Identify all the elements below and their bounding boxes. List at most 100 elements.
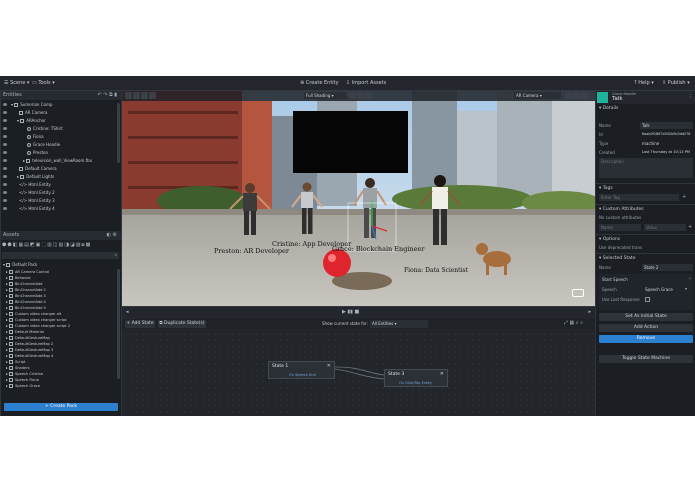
- snap-toggle-icon[interactable]: [357, 92, 364, 99]
- visibility-icon[interactable]: [3, 119, 7, 122]
- entity-row[interactable]: Fiona: [0, 133, 116, 141]
- entity-row[interactable]: ▸ television_wall_ViewRoom.fbx: [0, 157, 116, 165]
- visibility-icon[interactable]: [3, 151, 7, 154]
- toggle-state-machine-button[interactable]: Toggle State Machine: [599, 355, 693, 363]
- tag-input[interactable]: Enter Tag: [599, 194, 679, 201]
- visibility-icon[interactable]: [3, 127, 7, 130]
- publish-menu[interactable]: ⇪ Publish ▾: [662, 76, 690, 90]
- description-textarea[interactable]: Description: [599, 158, 693, 178]
- visibility-icon[interactable]: [3, 135, 7, 138]
- state-transition[interactable]: On Click/Tap Entity: [399, 381, 432, 385]
- camera-select[interactable]: AR Camera ▾: [514, 92, 561, 99]
- custom-attributes-section[interactable]: ▾ Custom Attributes: [596, 206, 695, 214]
- entity-row[interactable]: </> Html Entity 4: [0, 205, 116, 213]
- vr-mode-icon[interactable]: [572, 289, 584, 297]
- entities-scrollbar[interactable]: [117, 103, 120, 163]
- entity-row[interactable]: Preston: [0, 149, 116, 157]
- create-entity-button[interactable]: ⊕ Create Entity: [300, 76, 339, 90]
- scene-menu[interactable]: ☰ Scene ▾: [4, 76, 29, 90]
- add-tag-icon[interactable]: +: [682, 194, 686, 200]
- visibility-icon[interactable]: [3, 175, 7, 178]
- visibility-icon[interactable]: [3, 183, 7, 186]
- asset-item[interactable]: ▸ Speech Grace: [0, 383, 116, 389]
- camera-icon[interactable]: [573, 92, 580, 99]
- close-icon[interactable]: ✕: [327, 363, 331, 369]
- move-tool-icon[interactable]: [133, 92, 140, 99]
- add-attribute-icon[interactable]: +: [688, 224, 692, 230]
- create-pack-button[interactable]: + Create Pack: [4, 403, 118, 411]
- entity-row[interactable]: Cristine: TShirt: [0, 125, 116, 133]
- details-section[interactable]: ▾ Details: [596, 105, 695, 113]
- settings-icon[interactable]: [581, 92, 588, 99]
- set-initial-state-button[interactable]: Set As Initial State: [599, 313, 693, 321]
- grid-toggle-icon[interactable]: [349, 92, 356, 99]
- visibility-icon[interactable]: [3, 111, 7, 114]
- entity-icon: [14, 103, 19, 107]
- pen-tool-icon[interactable]: [365, 92, 372, 99]
- attribute-value-input[interactable]: Value: [644, 224, 686, 231]
- entity-row[interactable]: </> Html Entity 2: [0, 189, 116, 197]
- tools-menu[interactable]: ▭ Tools ▾: [32, 76, 55, 90]
- entities-toolbar-icons[interactable]: ↶ ↷ ⧉ ▮: [98, 91, 117, 100]
- import-assets-button[interactable]: ⇩ Import Assets: [346, 76, 386, 90]
- entity-row[interactable]: ▾ Sumerian Comp: [0, 101, 116, 109]
- entity-row[interactable]: </> Html Entity: [0, 181, 116, 189]
- asset-filter-icons[interactable]: ⬢⬣◧▦▤◩▣⬚▥◫▧◨◪▨⧈▩: [2, 242, 119, 250]
- help-menu[interactable]: ? Help ▾: [634, 76, 654, 90]
- entity-filter-select[interactable]: All Entities ▾: [370, 320, 428, 328]
- playback-controls[interactable]: ▶ ▮▮ ■: [342, 309, 359, 315]
- rotate-tool-icon[interactable]: [141, 92, 148, 99]
- collapse-icon[interactable]: ◂: [126, 309, 129, 315]
- remove-button[interactable]: Remove: [599, 335, 693, 343]
- visibility-icon[interactable]: [3, 207, 7, 210]
- visibility-icon[interactable]: [3, 159, 7, 162]
- assets-toolbar-icons[interactable]: ◐ ⚙: [107, 231, 117, 240]
- name-input[interactable]: Talk: [640, 122, 693, 129]
- visibility-icon[interactable]: [3, 199, 7, 202]
- expand-icon[interactable]: ▸: [588, 309, 591, 315]
- state-node-3[interactable]: State 3 ✕ On Click/Tap Entity: [384, 369, 448, 387]
- details-header: Grace Hoodie Talk ⋮: [596, 91, 695, 104]
- add-state-button[interactable]: + Add State: [125, 320, 155, 328]
- visibility-icon[interactable]: [3, 143, 7, 146]
- chevron-right-icon[interactable]: ›: [689, 276, 691, 282]
- chevron-down-icon[interactable]: ▾: [685, 286, 687, 291]
- assets-scrollbar[interactable]: [117, 269, 120, 379]
- tags-section[interactable]: ▾ Tags: [596, 185, 695, 193]
- entity-row[interactable]: Grace Hoodie: [0, 141, 116, 149]
- scale-tool-icon[interactable]: [149, 92, 156, 99]
- entity-row[interactable]: Default Camera: [0, 165, 116, 173]
- state-transition[interactable]: On Speech End: [289, 373, 316, 377]
- use-last-response-checkbox[interactable]: [645, 297, 650, 302]
- entity-row[interactable]: </> Html Entity 3: [0, 197, 116, 205]
- add-action-button[interactable]: Add Action: [599, 324, 693, 332]
- menu-icon[interactable]: ⋮: [688, 94, 693, 100]
- close-icon[interactable]: ✕: [440, 371, 444, 377]
- component-title: Talk: [612, 96, 623, 102]
- options-section[interactable]: ▾ Options: [596, 236, 695, 244]
- entity-row[interactable]: ▸ Default Lights: [0, 173, 116, 181]
- attribute-name-input[interactable]: Name: [599, 224, 641, 231]
- entity-row[interactable]: AR Camera: [0, 109, 116, 117]
- asset-search-input[interactable]: ⌕: [2, 252, 119, 259]
- start-speech-action[interactable]: Start Speech: [602, 277, 628, 282]
- state-machine-icon: [597, 92, 608, 103]
- state-node-1[interactable]: State 1 ✕ On Speech End: [268, 361, 335, 379]
- visibility-icon[interactable]: [3, 103, 7, 106]
- asset-pack-row[interactable]: ▾ Default Pack: [0, 261, 116, 269]
- shading-select[interactable]: Full Shading ▾: [304, 92, 346, 99]
- state-name-input[interactable]: State 2: [642, 264, 693, 271]
- selected-state-section[interactable]: ▾ Selected State: [596, 255, 695, 263]
- visibility-icon[interactable]: [3, 167, 7, 170]
- entity-row[interactable]: ▾ ARAnchor: [0, 117, 116, 125]
- deprecated-option[interactable]: Use deprecated trans: [599, 245, 642, 250]
- visibility-icon[interactable]: [3, 191, 7, 194]
- duplicate-state-button[interactable]: ⧉ Duplicate State(s): [158, 320, 206, 328]
- graph-view-icons[interactable]: ⤢ ▦ ⌕ ⌕: [564, 320, 583, 326]
- select-tool-icon[interactable]: [125, 92, 132, 99]
- fullscreen-icon[interactable]: [565, 92, 572, 99]
- scene-viewport[interactable]: Preston: AR Developer Cristine: App Deve…: [122, 91, 595, 306]
- speech-select[interactable]: Speech Grace: [645, 287, 673, 292]
- state-graph-canvas[interactable]: [122, 319, 595, 416]
- id-value: 6aab0f1867b542b5b3dd278: [642, 132, 691, 136]
